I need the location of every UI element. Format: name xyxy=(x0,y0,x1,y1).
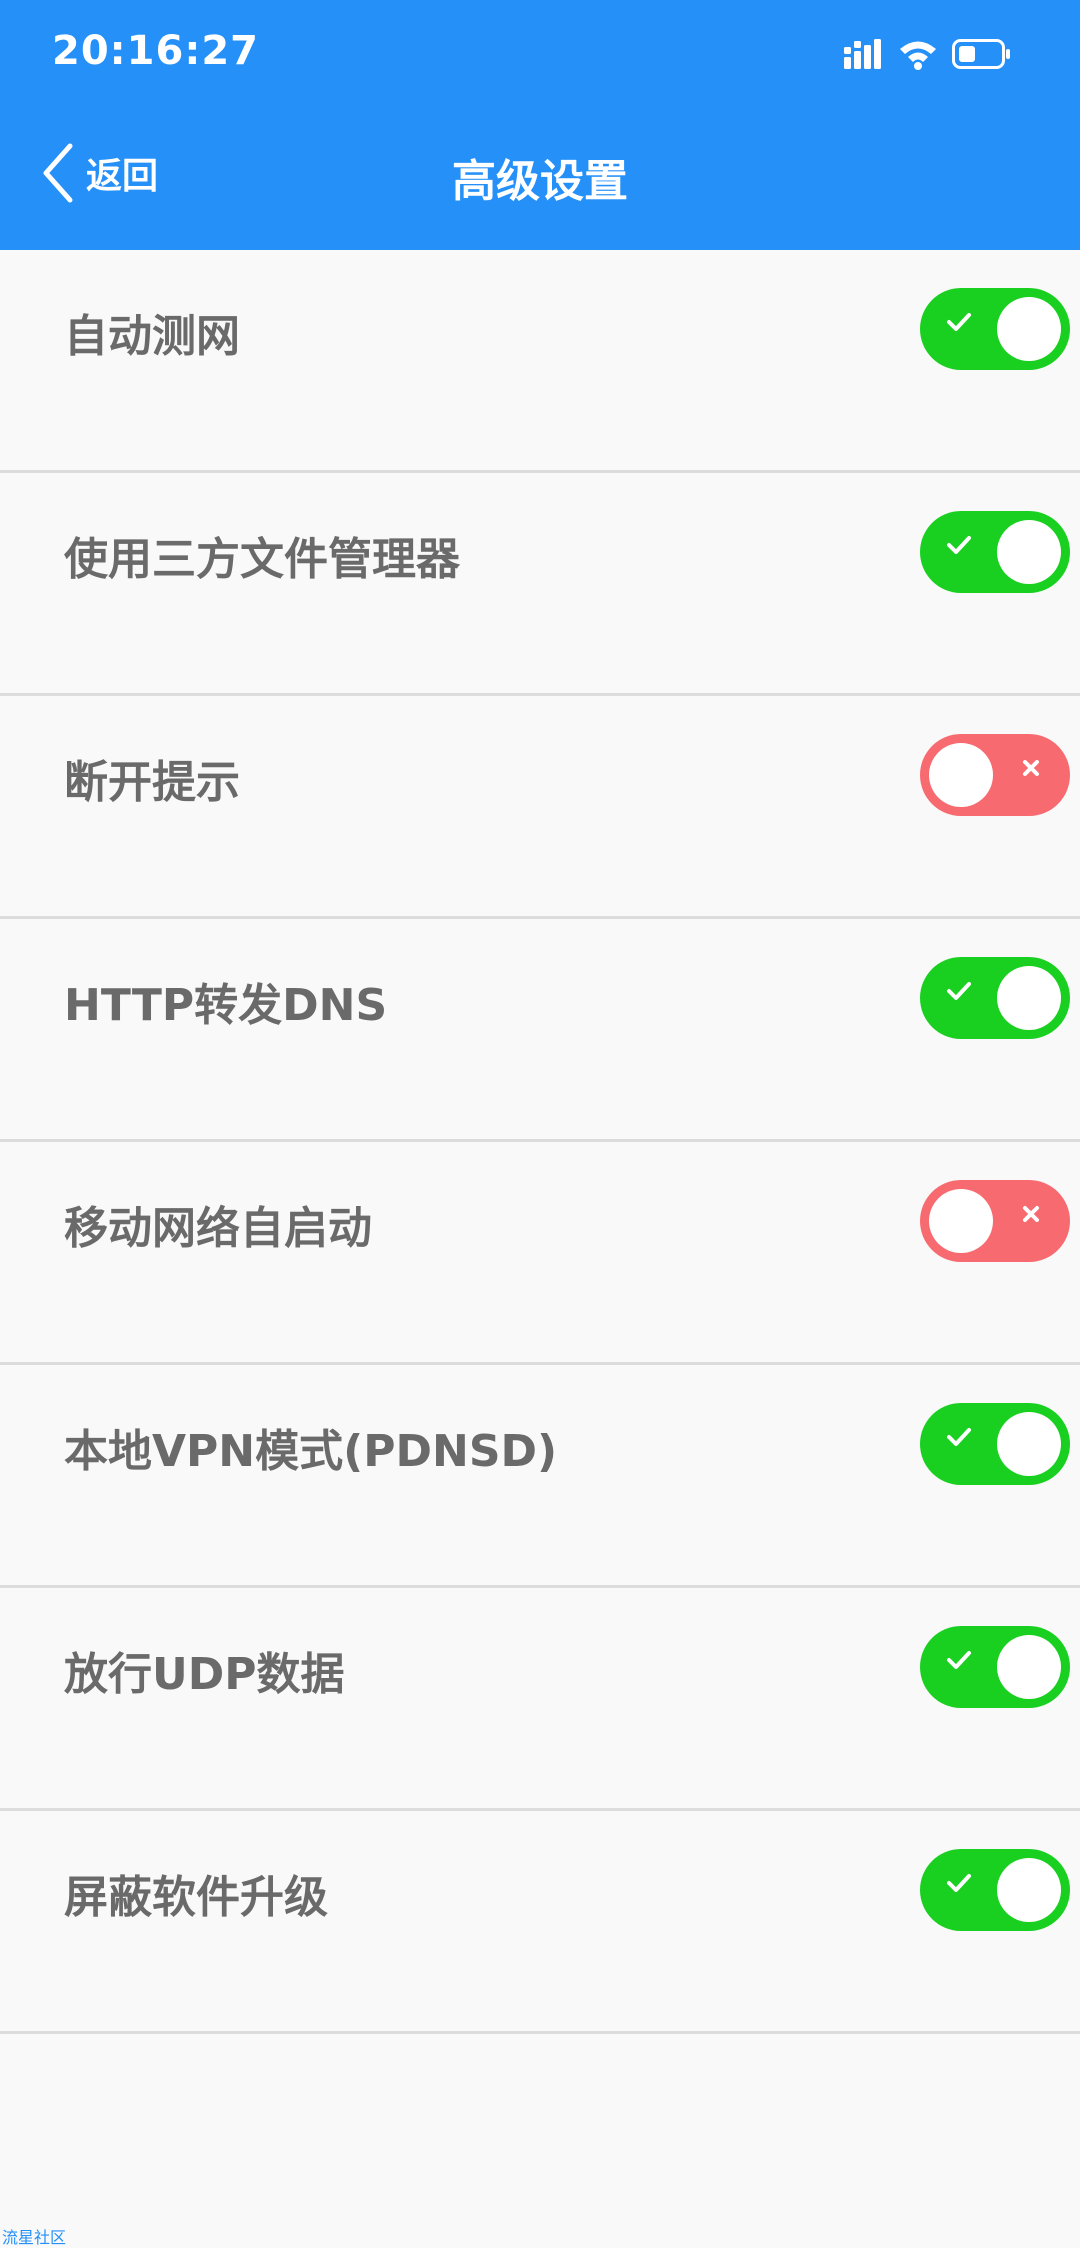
toggle-switch[interactable] xyxy=(920,1849,1070,1931)
check-icon xyxy=(947,536,971,554)
setting-row-auto-network-test[interactable]: 自动测网 xyxy=(0,250,1080,473)
setting-row-disconnect-alert[interactable]: 断开提示 xyxy=(0,696,1080,919)
page-title: 高级设置 xyxy=(452,156,628,207)
toggle-knob xyxy=(997,966,1061,1030)
check-icon xyxy=(947,313,971,331)
app-header: 20:16:27 返回 高级设置 xyxy=(0,0,1080,250)
wifi-icon xyxy=(900,41,936,70)
toggle-knob xyxy=(929,1189,993,1253)
signal-icon xyxy=(844,39,881,69)
check-icon xyxy=(947,1428,971,1446)
settings-list: 自动测网 使用三方文件管理器 断开提示 HTTP转发DNS 移动网络自启动 本地… xyxy=(0,250,1080,2034)
toggle-switch[interactable] xyxy=(920,1403,1070,1485)
toggle-knob xyxy=(997,1412,1061,1476)
toggle-knob xyxy=(997,1858,1061,1922)
status-time: 20:16:27 xyxy=(52,28,259,74)
toggle-knob xyxy=(997,520,1061,584)
setting-label: 断开提示 xyxy=(64,757,240,808)
setting-label: 移动网络自启动 xyxy=(64,1203,372,1254)
setting-row-mobile-autostart[interactable]: 移动网络自启动 xyxy=(0,1142,1080,1365)
cross-icon xyxy=(1023,760,1039,776)
setting-label: 自动测网 xyxy=(64,311,240,362)
watermark: 流星社区 xyxy=(2,2228,67,2247)
setting-row-allow-udp[interactable]: 放行UDP数据 xyxy=(0,1588,1080,1811)
toggle-switch[interactable] xyxy=(920,1180,1070,1262)
cross-icon xyxy=(1023,1206,1039,1222)
setting-row-third-party-file-manager[interactable]: 使用三方文件管理器 xyxy=(0,473,1080,696)
setting-label: HTTP转发DNS xyxy=(64,980,388,1031)
status-icons xyxy=(830,34,1012,74)
check-icon xyxy=(947,1874,971,1892)
toggle-switch[interactable] xyxy=(920,1626,1070,1708)
setting-label: 使用三方文件管理器 xyxy=(64,534,460,585)
setting-row-local-vpn-mode[interactable]: 本地VPN模式(PDNSD) xyxy=(0,1365,1080,1588)
toggle-switch[interactable] xyxy=(920,957,1070,1039)
setting-label: 放行UDP数据 xyxy=(64,1649,345,1700)
toggle-switch[interactable] xyxy=(920,511,1070,593)
setting-label: 本地VPN模式(PDNSD) xyxy=(64,1426,558,1477)
battery-icon xyxy=(952,39,1010,69)
check-icon xyxy=(947,1651,971,1669)
toggle-knob xyxy=(997,297,1061,361)
toggle-knob xyxy=(997,1635,1061,1699)
setting-row-http-dns[interactable]: HTTP转发DNS xyxy=(0,919,1080,1142)
toggle-switch[interactable] xyxy=(920,734,1070,816)
toggle-knob xyxy=(929,743,993,807)
toggle-switch[interactable] xyxy=(920,288,1070,370)
setting-label: 屏蔽软件升级 xyxy=(64,1872,328,1923)
check-icon xyxy=(947,982,971,1000)
setting-row-block-upgrade[interactable]: 屏蔽软件升级 xyxy=(0,1811,1080,2034)
